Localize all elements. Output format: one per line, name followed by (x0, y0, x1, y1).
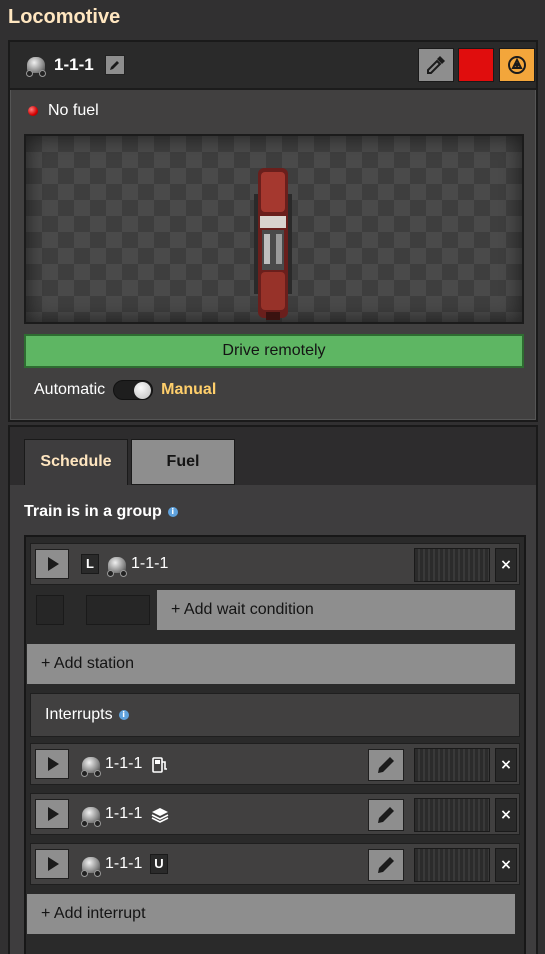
status-indicator-icon (28, 106, 38, 116)
tab-fuel[interactable]: Fuel (131, 439, 235, 485)
info-icon[interactable]: i (118, 710, 129, 720)
wait-condition-row: + Add wait condition (30, 589, 520, 635)
manual-label: Manual (161, 381, 217, 398)
remove-station-button[interactable]: × (495, 548, 517, 582)
mode-toggle[interactable] (113, 380, 154, 400)
remove-interrupt-button[interactable]: × (495, 798, 517, 832)
interrupt-row[interactable]: 1-1-1 × (30, 793, 520, 835)
interrupt-row[interactable]: 1-1-1 × (30, 743, 520, 785)
interrupt-name: 1-1-1 (105, 805, 143, 822)
locomotive-icon (79, 853, 105, 877)
mode-switch-row: Automatic Manual (34, 380, 216, 400)
remove-interrupt-button[interactable]: × (495, 748, 517, 782)
interrupt-name: 1-1-1 (105, 755, 143, 772)
eyedropper-icon (427, 56, 445, 74)
add-wait-condition-button[interactable]: + Add wait condition (156, 589, 516, 631)
group-heading: Train is in a group i (24, 503, 178, 521)
add-station-button[interactable]: + Add station (26, 643, 516, 685)
interrupts-label: Interrupts (45, 706, 113, 723)
pencil-icon (378, 857, 394, 873)
locomotive-name: 1-1-1 (54, 55, 94, 74)
trigger-interrupt-button[interactable] (35, 799, 69, 829)
color-picker-button[interactable] (418, 48, 454, 82)
condition-slot (86, 595, 150, 625)
station-progress (414, 548, 490, 582)
play-icon (48, 757, 59, 771)
pencil-icon (378, 757, 394, 773)
interrupt-badge: U (150, 854, 168, 874)
window-title: Locomotive (8, 6, 121, 28)
add-interrupt-button[interactable]: + Add interrupt (26, 893, 516, 935)
fuel-pump-icon (152, 757, 167, 773)
condition-slot (36, 595, 64, 625)
station-badge: L (81, 554, 99, 574)
info-icon[interactable]: i (167, 507, 178, 517)
status-text: No fuel (48, 102, 99, 119)
drive-remotely-button[interactable]: Drive remotely (24, 334, 524, 368)
color-swatch[interactable] (458, 48, 494, 82)
interrupt-progress (414, 748, 490, 782)
trigger-interrupt-button[interactable] (35, 849, 69, 879)
schedule-list: L 1-1-1 × + Add wait condition + Add sta… (24, 535, 526, 954)
play-icon (48, 807, 59, 821)
interrupt-progress (414, 798, 490, 832)
locomotive-icon (24, 53, 50, 77)
fuel-status: No fuel (28, 102, 99, 120)
edit-interrupt-button[interactable] (368, 749, 404, 781)
locomotive-panel: 1-1-1 No fuel Drive remotely Automatic M… (8, 40, 538, 422)
target-icon (508, 56, 526, 74)
locomotive-preview[interactable] (24, 134, 524, 324)
header-bar: 1-1-1 (10, 42, 536, 90)
pencil-icon (378, 807, 394, 823)
automatic-label: Automatic (34, 381, 106, 398)
locomotive-sprite (254, 168, 292, 320)
play-icon (48, 857, 59, 871)
locomotive-icon (79, 803, 105, 827)
remove-interrupt-button[interactable]: × (495, 848, 517, 882)
pencil-icon (110, 61, 119, 70)
interrupt-row[interactable]: 1-1-1 U × (30, 843, 520, 885)
schedule-panel: Schedule Fuel Train is in a group i L 1-… (8, 425, 538, 954)
rename-button[interactable] (105, 55, 125, 75)
interrupts-header: Interrupts i (30, 693, 520, 737)
interrupt-name: 1-1-1 (105, 855, 143, 872)
station-name: 1-1-1 (131, 555, 169, 572)
locomotive-icon (105, 553, 131, 577)
edit-interrupt-button[interactable] (368, 799, 404, 831)
stack-icon (151, 808, 169, 823)
edit-interrupt-button[interactable] (368, 849, 404, 881)
play-icon (48, 557, 59, 571)
interrupt-progress (414, 848, 490, 882)
station-row[interactable]: L 1-1-1 × (30, 543, 520, 585)
trigger-interrupt-button[interactable] (35, 749, 69, 779)
follow-train-button[interactable] (499, 48, 535, 82)
go-to-station-button[interactable] (35, 549, 69, 579)
group-label: Train is in a group (24, 503, 162, 520)
locomotive-icon (79, 753, 105, 777)
tab-schedule[interactable]: Schedule (24, 439, 128, 485)
